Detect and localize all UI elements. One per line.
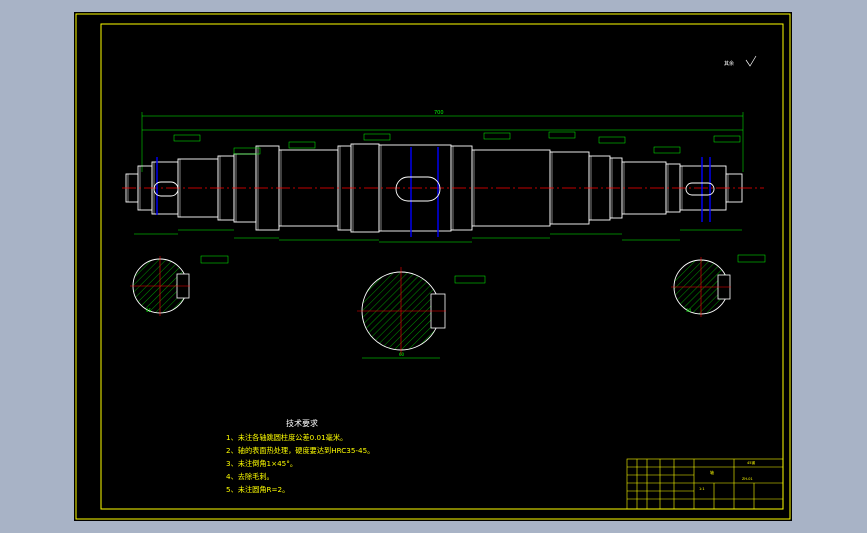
title-material: 45钢 bbox=[747, 460, 755, 465]
drawing-sheet: 其余 700 45 60 30 技术要求 1、未注各轴跳圆柱度公差0.01毫米。… bbox=[75, 13, 791, 520]
cad-viewport[interactable]: 其余 700 45 60 30 技术要求 1、未注各轴跳圆柱度公差0.01毫米。… bbox=[74, 12, 792, 521]
keyway-markers bbox=[156, 147, 711, 237]
requirement-4: 4、去除毛刺。 bbox=[226, 472, 274, 481]
section-middle-label: 60 bbox=[399, 352, 405, 357]
inner-border bbox=[100, 23, 784, 510]
keyway-slot-center bbox=[395, 176, 441, 202]
title-scale: 1:1 bbox=[699, 487, 705, 491]
tolerance-frame bbox=[713, 135, 741, 143]
tolerance-frame bbox=[363, 133, 391, 141]
title-block-text: 轴 45钢 1:1 ZH-01 bbox=[699, 460, 755, 491]
overall-dimension: 700 bbox=[141, 110, 744, 172]
tolerance-frame bbox=[173, 134, 201, 142]
section-right-label: 30 bbox=[686, 308, 692, 313]
section-left: 45 bbox=[130, 255, 229, 316]
tolerance-frame bbox=[483, 132, 511, 140]
tolerance-frame bbox=[653, 146, 681, 154]
section-right: 30 bbox=[671, 254, 766, 317]
roughness-label: 其余 bbox=[724, 60, 734, 67]
requirement-1: 1、未注各轴跳圆柱度公差0.01毫米。 bbox=[226, 433, 347, 442]
section-middle: 60 bbox=[357, 267, 486, 359]
tolerance-frame bbox=[288, 141, 316, 149]
requirement-2: 2、轴的表面热处理，硬度要达到HRC35-45。 bbox=[226, 446, 374, 455]
title-drawing-no: ZH-01 bbox=[742, 477, 753, 481]
section-left-label: 45 bbox=[146, 308, 152, 313]
title-part-name: 轴 bbox=[710, 469, 714, 475]
technical-requirements: 技术要求 1、未注各轴跳圆柱度公差0.01毫米。 2、轴的表面热处理，硬度要达到… bbox=[226, 418, 374, 494]
keyway-slots bbox=[153, 176, 715, 202]
requirements-title: 技术要求 bbox=[286, 418, 318, 428]
tolerance-frame bbox=[598, 136, 626, 144]
title-block bbox=[626, 458, 784, 510]
overall-length-label: 700 bbox=[434, 110, 444, 116]
requirement-3: 3、未注倒角1×45°。 bbox=[226, 459, 297, 468]
tolerance-frame bbox=[548, 131, 576, 139]
roughness-note: 其余 bbox=[724, 55, 757, 67]
requirement-5: 5、未注圆角R=2。 bbox=[226, 485, 289, 494]
roughness-symbol bbox=[745, 55, 757, 67]
section-views: 45 60 30 bbox=[130, 254, 766, 359]
